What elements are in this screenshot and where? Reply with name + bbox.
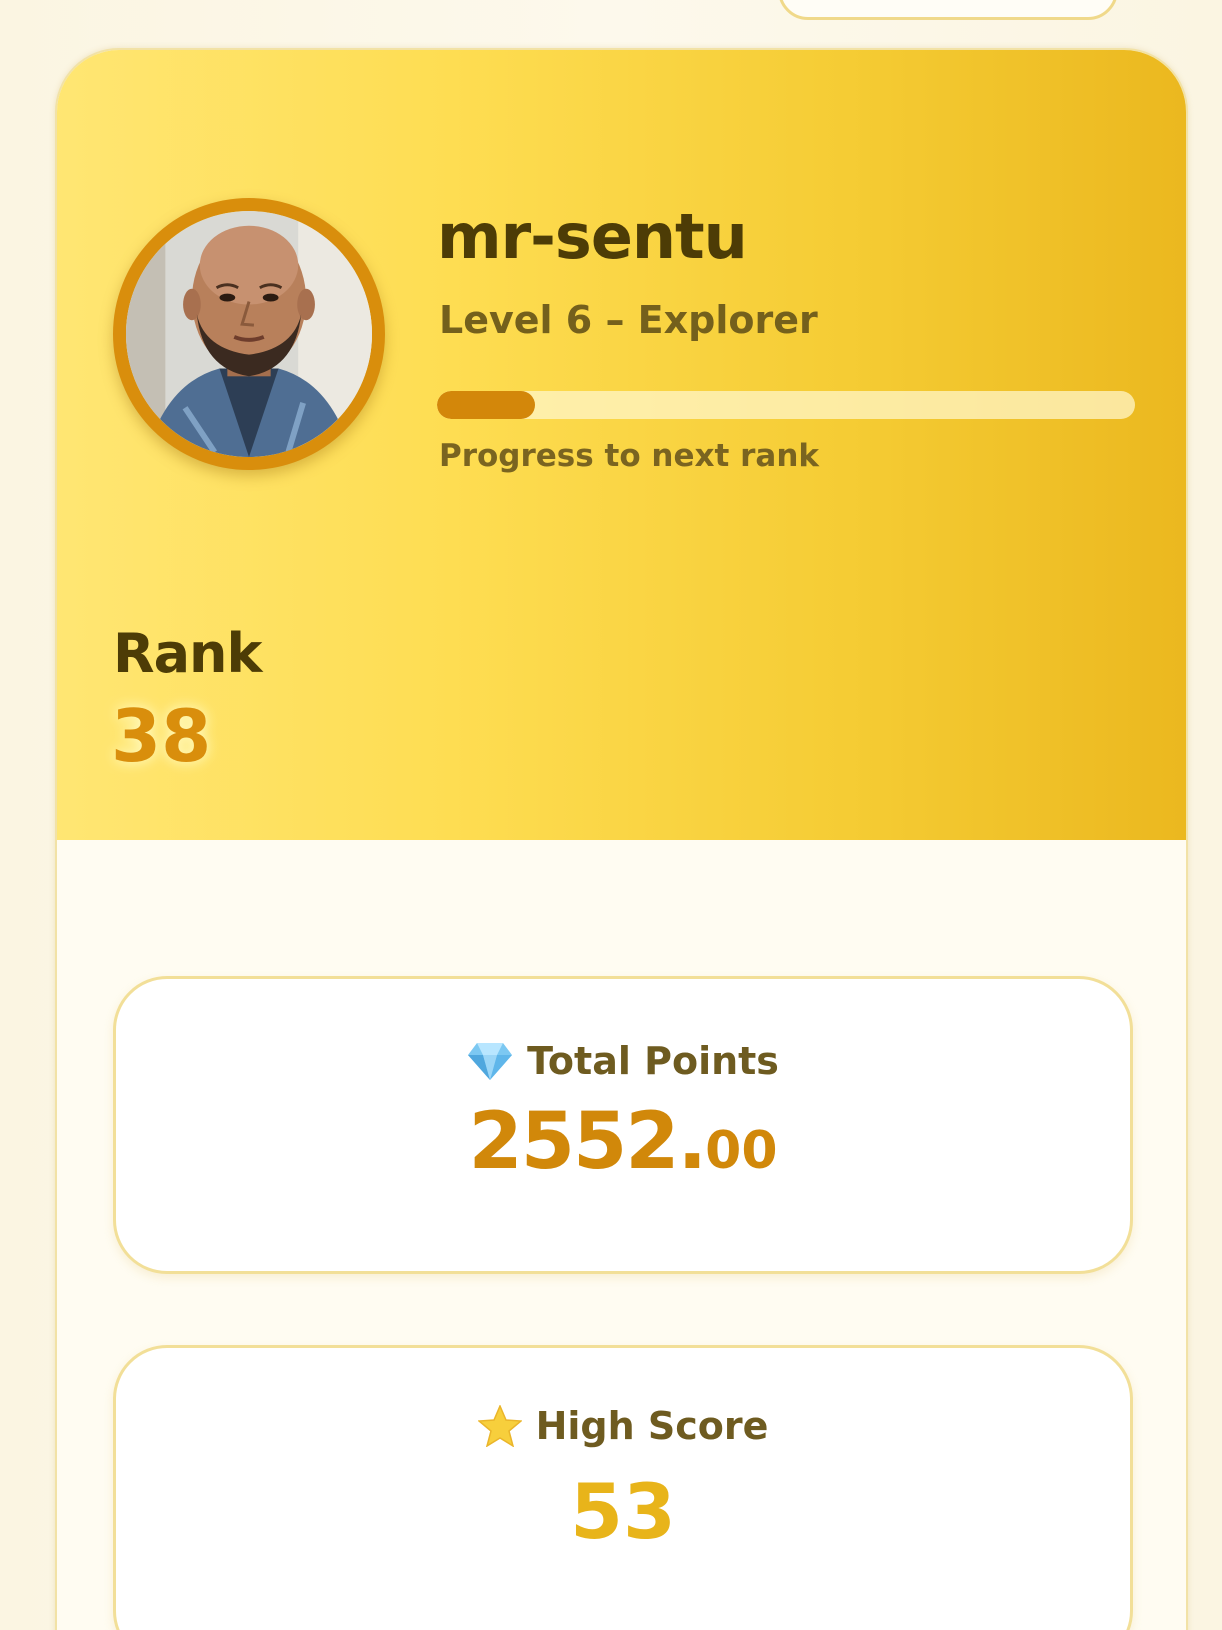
username: mr-sentu bbox=[437, 200, 748, 273]
avatar-photo bbox=[126, 211, 372, 457]
total-points-card: Total Points 2552.00 bbox=[113, 976, 1133, 1274]
total-points-label: Total Points bbox=[527, 1039, 779, 1083]
rank-label: Rank bbox=[113, 622, 262, 685]
rank-progress-fill bbox=[437, 391, 535, 419]
avatar[interactable] bbox=[113, 198, 385, 470]
profile-header: mr-sentu Level 6 – Explorer Progress to … bbox=[57, 50, 1186, 840]
high-score-value: 53 bbox=[570, 1467, 676, 1556]
high-score-label: High Score bbox=[535, 1404, 769, 1448]
level-label: Level 6 – Explorer bbox=[439, 298, 818, 342]
total-points-integer: 2552. bbox=[468, 1097, 707, 1187]
progress-label: Progress to next rank bbox=[439, 438, 820, 474]
total-points-value: 2552.00 bbox=[116, 1103, 1130, 1181]
diamond-icon bbox=[467, 1041, 513, 1081]
total-points-title: Total Points bbox=[116, 1039, 1130, 1083]
high-score-card: High Score 53 bbox=[113, 1345, 1133, 1630]
rank-progress-bar bbox=[437, 391, 1135, 419]
profile-card: mr-sentu Level 6 – Explorer Progress to … bbox=[55, 48, 1188, 1630]
profile-page: mr-sentu Level 6 – Explorer Progress to … bbox=[0, 0, 1222, 1630]
star-icon bbox=[477, 1405, 522, 1447]
high-score-title: High Score bbox=[116, 1404, 1130, 1448]
total-points-decimal: 00 bbox=[705, 1121, 778, 1181]
rank-value: 38 bbox=[111, 694, 212, 778]
top-pill-button[interactable] bbox=[778, 0, 1118, 20]
